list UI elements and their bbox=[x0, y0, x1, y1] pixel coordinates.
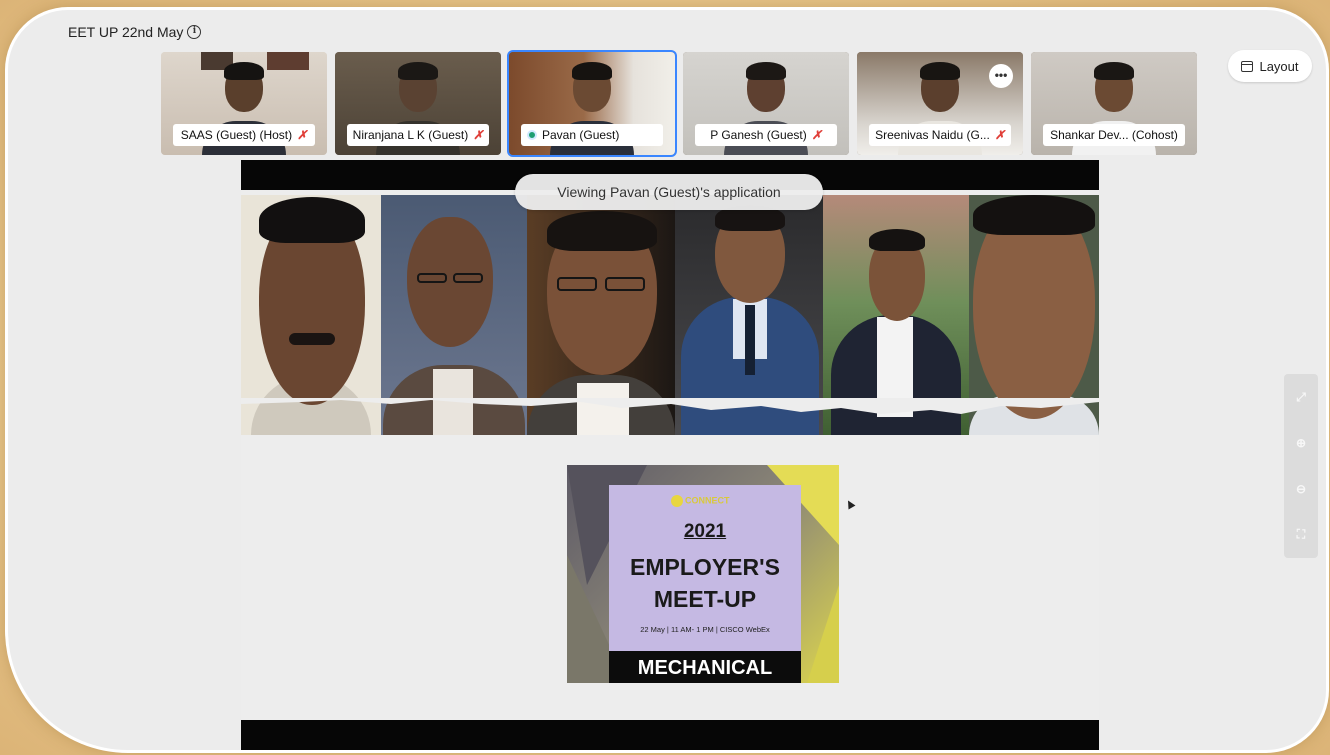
zoom-in-icon[interactable]: ⊕ bbox=[1296, 436, 1306, 450]
meeting-title-text: EET UP 22nd May bbox=[68, 24, 184, 40]
meeting-window: EET UP 22nd May i SAAS (Guest) (Host) ✗ … bbox=[8, 10, 1326, 750]
zoom-controls: ⤢ ⊕ ⊖ ⛶ bbox=[1284, 374, 1318, 558]
participant-tile-sreenivas[interactable]: ••• Sreenivas Naidu (G... ✗ bbox=[857, 52, 1023, 155]
participant-name: SAAS (Guest) (Host) bbox=[180, 128, 293, 142]
poster-card: CONNECT 2021 EMPLOYER'S MEET-UP 22 May |… bbox=[609, 485, 801, 683]
poster-band: MECHANICAL bbox=[609, 651, 801, 683]
participant-name: Sreenivas Naidu (G... bbox=[875, 128, 990, 142]
layout-icon bbox=[1241, 60, 1254, 72]
viewing-banner: Viewing Pavan (Guest)'s application bbox=[515, 174, 823, 210]
poster-logo: CONNECT bbox=[671, 495, 730, 507]
poster-year: 2021 bbox=[683, 521, 727, 542]
muted-mic-icon: ✗ bbox=[297, 128, 308, 142]
participant-label: Sreenivas Naidu (G... ✗ bbox=[869, 124, 1011, 146]
muted-mic-icon: ✗ bbox=[473, 128, 484, 142]
participant-label: P Ganesh (Guest) ✗ bbox=[695, 124, 837, 146]
more-options-icon[interactable]: ••• bbox=[989, 64, 1013, 88]
participant-tile-shankar[interactable]: Shankar Dev... (Cohost) bbox=[1031, 52, 1197, 155]
participant-tile-p-ganesh[interactable]: P Ganesh (Guest) ✗ bbox=[683, 52, 849, 155]
poster-logo-text: CONNECT bbox=[685, 495, 730, 506]
participant-label: SAAS (Guest) (Host) ✗ bbox=[173, 124, 315, 146]
connect-logo-icon bbox=[671, 495, 683, 507]
muted-mic-icon: ✗ bbox=[811, 128, 822, 142]
participant-tile-niranjana[interactable]: Niranjana L K (Guest) ✗ bbox=[335, 52, 501, 155]
speaking-indicator-icon bbox=[527, 130, 537, 140]
participant-tile-pavan[interactable]: Pavan (Guest) bbox=[509, 52, 675, 155]
meeting-title: EET UP 22nd May i bbox=[68, 24, 202, 40]
poster-headline: EMPLOYER'S MEET-UP bbox=[609, 551, 801, 615]
poster-headline-line2: MEET-UP bbox=[653, 586, 757, 612]
participant-name: Pavan (Guest) bbox=[542, 128, 620, 142]
fullscreen-icon[interactable]: ⛶ bbox=[1297, 527, 1305, 542]
fit-to-window-icon[interactable]: ⤢ bbox=[1296, 390, 1306, 405]
layout-button-label: Layout bbox=[1259, 58, 1299, 74]
participant-name: Niranjana L K (Guest) bbox=[352, 128, 469, 142]
torn-paper-edge bbox=[241, 398, 1099, 414]
participant-label: Pavan (Guest) bbox=[521, 124, 663, 146]
participant-name: Shankar Dev... (Cohost) bbox=[1050, 128, 1178, 142]
zoom-out-icon[interactable]: ⊖ bbox=[1296, 482, 1306, 496]
poster-headline-line1: EMPLOYER'S bbox=[630, 554, 780, 580]
layout-button[interactable]: Layout bbox=[1228, 50, 1312, 82]
muted-mic-icon: ✗ bbox=[994, 128, 1005, 142]
shared-screen: Viewing Pavan (Guest)'s application CONN… bbox=[241, 160, 1099, 750]
poster-subline: 22 May | 11 AM- 1 PM | CISCO WebEx bbox=[640, 625, 770, 634]
event-poster: CONNECT 2021 EMPLOYER'S MEET-UP 22 May |… bbox=[567, 465, 839, 683]
participant-label: Shankar Dev... (Cohost) bbox=[1043, 124, 1185, 146]
participant-tile-saas[interactable]: SAAS (Guest) (Host) ✗ bbox=[161, 52, 327, 155]
info-icon[interactable]: i bbox=[187, 25, 202, 39]
participant-strip: SAAS (Guest) (Host) ✗ Niranjana L K (Gue… bbox=[161, 52, 1197, 155]
participant-name: P Ganesh (Guest) bbox=[710, 128, 807, 142]
participant-label: Niranjana L K (Guest) ✗ bbox=[347, 124, 489, 146]
